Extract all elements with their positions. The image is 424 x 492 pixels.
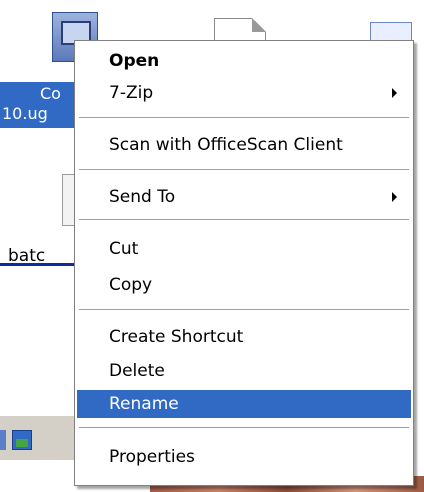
network-icon[interactable] bbox=[12, 430, 32, 450]
menu-separator bbox=[79, 427, 409, 428]
menu-item-label: Send To bbox=[109, 187, 176, 207]
menu-separator bbox=[79, 117, 409, 118]
menu-item-create-shortcut[interactable]: Create Shortcut bbox=[77, 323, 411, 351]
menu-item-delete[interactable]: Delete bbox=[77, 357, 411, 385]
selected-file-label[interactable]: Co 10.ug bbox=[0, 82, 80, 128]
menu-item-properties[interactable]: Properties bbox=[77, 443, 411, 471]
menu-item-label: Open bbox=[109, 51, 160, 71]
menu-item-7zip[interactable]: 7-Zip bbox=[77, 79, 411, 107]
menu-item-copy[interactable]: Copy bbox=[77, 271, 411, 299]
menu-item-cut[interactable]: Cut bbox=[77, 235, 411, 263]
menu-item-label: Rename bbox=[109, 394, 179, 414]
menu-item-label: Create Shortcut bbox=[109, 327, 244, 347]
menu-separator bbox=[79, 219, 409, 220]
menu-item-open[interactable]: Open bbox=[77, 47, 411, 75]
menu-item-label: 7-Zip bbox=[109, 83, 154, 103]
chevron-right-icon bbox=[392, 88, 397, 98]
menu-item-send-to[interactable]: Send To bbox=[77, 183, 411, 211]
menu-item-label: Scan with OfficeScan Client bbox=[109, 135, 343, 155]
menu-item-label: Copy bbox=[109, 275, 153, 295]
menu-item-label: Properties bbox=[109, 447, 195, 467]
context-menu: Open 7-Zip Scan with OfficeScan Client S… bbox=[74, 40, 414, 486]
chevron-right-icon bbox=[392, 192, 397, 202]
menu-item-label: Delete bbox=[109, 361, 165, 381]
desktop-underline bbox=[0, 263, 80, 266]
menu-separator bbox=[79, 169, 409, 170]
menu-item-label: Cut bbox=[109, 239, 139, 259]
menu-separator bbox=[79, 309, 409, 310]
menu-item-rename[interactable]: Rename bbox=[77, 390, 411, 418]
taskbar-icon[interactable] bbox=[0, 430, 6, 450]
menu-item-scan-officescan[interactable]: Scan with OfficeScan Client bbox=[77, 131, 411, 159]
